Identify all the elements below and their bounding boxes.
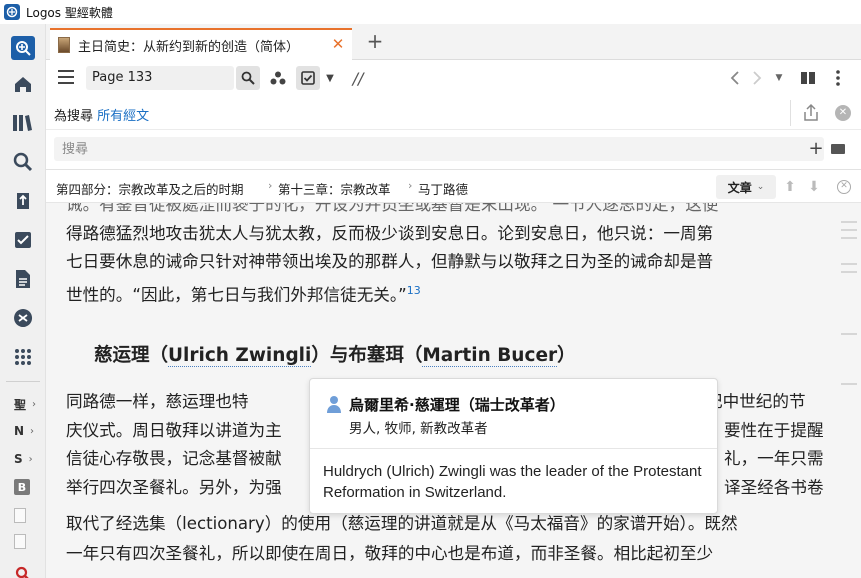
sidebar-divider (6, 381, 40, 382)
chevron-down-icon: ⌄ (756, 182, 765, 192)
scroll-marker (841, 333, 857, 335)
breadcrumb-item[interactable]: 马丁路德 (418, 179, 468, 198)
scroll-marker (841, 263, 857, 265)
chevron-right-icon: › (30, 425, 35, 437)
title-bar: Logos 聖經軟體 (0, 0, 861, 24)
keyboard-icon[interactable] (831, 144, 845, 154)
reference-box[interactable]: Page 133 (86, 66, 234, 90)
tasks-icon[interactable] (11, 228, 35, 252)
breadcrumb-separator: › (268, 179, 273, 192)
parallel-resources-button[interactable]: // (348, 66, 368, 90)
search-button[interactable] (236, 66, 260, 90)
back-arrow-icon[interactable] (726, 66, 744, 90)
menu-icon[interactable] (58, 70, 74, 84)
person-link-bucer[interactable]: Martin Bucer (422, 345, 558, 367)
document-icon (14, 533, 26, 549)
close-icon[interactable]: ✕ (835, 105, 851, 121)
search-icon[interactable] (11, 150, 35, 174)
documents-icon[interactable] (11, 267, 35, 291)
document-icon (14, 507, 26, 523)
text-line: 得路德猛烈地攻击犹太人与犹太教，反而极少谈到安息日。论到安息日，他只说：一周第 (66, 223, 714, 243)
sidebar-resource-2[interactable]: N › (14, 422, 42, 440)
window-title: Logos 聖經軟體 (26, 5, 113, 20)
split-panel-icon[interactable] (798, 66, 818, 90)
guides-icon[interactable] (11, 189, 35, 213)
scroll-marker (841, 237, 857, 239)
reading-plan-icon[interactable] (11, 306, 35, 330)
scroll-marker (841, 271, 857, 273)
book-cover-icon (58, 37, 70, 53)
search-input[interactable] (54, 137, 824, 161)
section-heading: 慈运理（Ulrich Zwingli）与布塞珥（Martin Bucer） (94, 345, 576, 367)
breadcrumb: 第四部分：宗教改革及之后的时期 › 第十三章：宗教改革 › 马丁路德 文章 ⌄ … (46, 171, 861, 203)
chevron-right-icon: › (28, 453, 33, 465)
popup-subtitle: 男人, 牧师, 新教改革者 (349, 421, 488, 437)
sidebar-resource-1[interactable]: 聖 › (14, 395, 42, 413)
person-info-popup[interactable]: 烏爾里希·慈運理（瑞士改革者） 男人, 牧师, 新教改革者 Huldrych (… (309, 378, 718, 514)
breadcrumb-item[interactable]: 第十三章：宗教改革 (278, 179, 391, 198)
scroll-indicator[interactable] (835, 203, 861, 578)
home-icon[interactable] (11, 72, 35, 96)
library-icon[interactable] (11, 111, 35, 135)
scroll-marker (841, 383, 857, 385)
history-dropdown-icon[interactable]: ▼ (772, 66, 786, 90)
text-line: 译圣经各书卷 (724, 477, 824, 497)
article-dropdown-button[interactable]: 文章 ⌄ (716, 175, 776, 199)
search-scope-bar: 為搜尋 所有經文 ✕ (46, 96, 861, 130)
visual-filters-icon[interactable] (266, 66, 290, 90)
sidebar-resource-5[interactable] (14, 506, 42, 524)
divider (790, 100, 791, 126)
add-icon[interactable]: + (808, 138, 824, 160)
chevron-down-icon[interactable]: ▼ (322, 66, 338, 90)
tab-active[interactable]: 主日简史：从新约到新的创造（简体） ✕ (50, 28, 352, 60)
sidebar-resource-4[interactable]: B (14, 478, 42, 496)
forward-arrow-icon[interactable] (748, 66, 766, 90)
search-scope-label: 為搜尋 所有經文 (54, 109, 150, 124)
left-sidebar: 聖 › N › S › B (0, 24, 46, 578)
text-line: 要性在于提醒 (724, 420, 824, 440)
text-line: 世性的。“因此，第七日与我们外邦信徒无关。”13 (66, 283, 421, 305)
close-icon[interactable]: ✕ (330, 36, 346, 52)
sidebar-resource-6[interactable] (14, 532, 42, 550)
text-line: 取代了经选集（lectionary）的使用（慈运理的讲道就是从《马太福音》的家谱… (66, 514, 738, 533)
tab-bar: 主日简史：从新约到新的创造（简体） ✕ + (46, 24, 861, 60)
text-line: 七日要休息的诫命只针对神带领出埃及的那群人，但静默与以敬拜之日为圣的诫命却是普 (66, 252, 714, 272)
breadcrumb-separator: › (408, 179, 413, 192)
next-section-icon[interactable]: ⬇ (806, 177, 822, 197)
footnote-link[interactable]: 13 (407, 284, 421, 297)
sidebar-resource-3[interactable]: S › (14, 450, 42, 468)
text-line: 礼，一年只需 (724, 449, 824, 469)
text-line: 纪中世纪的节 (706, 392, 806, 411)
scroll-marker (841, 229, 857, 231)
apps-grid-icon[interactable] (11, 345, 35, 369)
chevron-right-icon: › (32, 398, 37, 410)
scroll-marker (841, 221, 857, 223)
popup-description: Huldrych (Ulrich) Zwingli was the leader… (323, 463, 702, 501)
more-options-icon[interactable] (830, 66, 846, 90)
close-icon[interactable]: ✕ (837, 180, 851, 194)
text-line: 诫。有鉴音從被處涩而亵于的化，开设为并员坐或基督是末山现。 一节人逐思的定，这便 (66, 203, 719, 214)
popup-title[interactable]: 烏爾里希·慈運理（瑞士改革者） (349, 394, 565, 415)
text-line: 一年只有四次圣餐礼，所以即使在周日，敬拜的中心也是布道，而非圣餐。相比起初至少 (66, 544, 714, 563)
share-icon[interactable] (801, 103, 821, 123)
logos-logo-icon (4, 4, 20, 20)
popup-header: 烏爾里希·慈運理（瑞士改革者） 男人, 牧师, 新教改革者 (310, 379, 717, 449)
logos-home-icon[interactable] (11, 36, 35, 60)
tab-label: 主日简史：从新约到新的创造（简体） (78, 39, 300, 55)
search-scope-link[interactable]: 所有經文 (97, 109, 149, 124)
highlighting-button[interactable] (296, 66, 320, 90)
search-red-icon[interactable] (11, 562, 35, 578)
new-tab-button[interactable]: + (364, 30, 386, 52)
previous-section-icon[interactable]: ⬆ (782, 177, 798, 197)
breadcrumb-item[interactable]: 第四部分：宗教改革及之后的时期 (56, 179, 244, 198)
person-link-zwingli[interactable]: Ulrich Zwingli (168, 345, 312, 367)
panel-toolbar: Page 133 ▼ // ▼ (46, 60, 861, 96)
search-row: + (46, 130, 861, 170)
person-icon (327, 395, 341, 413)
